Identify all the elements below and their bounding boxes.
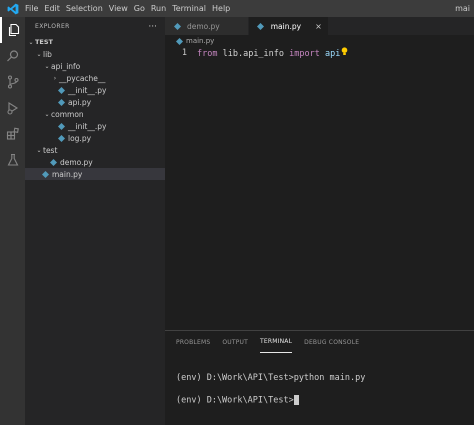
menu-bar: File Edit Selection View Go Run Terminal Help [25, 0, 236, 17]
code-line[interactable]: 1 from lib.api_info import api [165, 47, 474, 59]
python-file-icon [57, 98, 65, 106]
python-file-icon [41, 170, 49, 178]
extensions-icon[interactable] [0, 121, 25, 147]
breadcrumb[interactable]: main.py [165, 35, 474, 47]
terminal-cursor [293, 395, 299, 405]
menu-edit[interactable]: Edit [44, 0, 66, 17]
bottom-panel: PROBLEMS OUTPUT TERMINAL DEBUG CONSOLE (env… [165, 330, 474, 425]
tree-folder-common[interactable]: ⌄ common [25, 108, 165, 120]
tree-file-demo-py[interactable]: demo.py [25, 156, 165, 168]
tree-file-init-py[interactable]: __init__.py [25, 84, 165, 96]
window-title: mai [455, 4, 470, 13]
menu-terminal[interactable]: Terminal [172, 0, 212, 17]
chevron-right-icon: › [53, 74, 57, 82]
chevron-down-icon: ⌄ [44, 110, 50, 118]
chevron-down-icon: ⌄ [36, 50, 42, 58]
tree-folder-test[interactable]: ⌄ TEST [25, 36, 165, 48]
tree-item-label: log.py [68, 133, 92, 143]
explorer-icon[interactable] [0, 17, 25, 43]
tree-item-label: api.py [68, 97, 92, 107]
sidebar-header: EXPLORER ··· [25, 17, 165, 36]
python-file-icon [57, 122, 65, 130]
lightbulb-icon[interactable] [341, 47, 348, 59]
chevron-down-icon: ⌄ [28, 38, 34, 46]
tree-item-label: __init__.py [68, 85, 107, 95]
source-control-icon[interactable] [0, 69, 25, 95]
chevron-down-icon: ⌄ [36, 146, 42, 154]
keyword-import: import [289, 49, 320, 59]
python-file-icon [175, 37, 183, 45]
menu-view[interactable]: View [109, 0, 134, 17]
tree-file-log-py[interactable]: log.py [25, 132, 165, 144]
vscode-logo-icon [0, 0, 25, 17]
terminal-prompt-line[interactable]: (env) D:\Work\API\Test> [176, 395, 299, 406]
tree-folder-pycache[interactable]: › __pycache__ [25, 72, 165, 84]
module-name: lib.api_info [222, 49, 285, 59]
test-flask-icon[interactable] [0, 147, 25, 173]
sidebar-title: EXPLORER [35, 23, 70, 30]
tree-folder-test[interactable]: ⌄ test [25, 144, 165, 156]
tree-item-label: TEST [35, 38, 53, 46]
python-file-icon [173, 22, 181, 30]
close-icon[interactable]: × [315, 22, 322, 31]
file-tree: ⌄ TEST ⌄ lib ⌄ api_info › __pycache__ __init__.p… [25, 36, 165, 180]
tab-label: main.py [270, 21, 302, 31]
panel-tab-problems[interactable]: PROBLEMS [176, 331, 210, 353]
python-file-icon [57, 134, 65, 142]
tree-item-label: common [51, 109, 84, 119]
python-file-icon [57, 86, 65, 94]
tree-folder-lib[interactable]: ⌄ lib [25, 48, 165, 60]
tree-file-main-py[interactable]: main.py [25, 168, 165, 180]
chevron-down-icon: ⌄ [44, 62, 50, 70]
tab-label: demo.py [187, 21, 220, 31]
line-number: 1 [181, 48, 187, 58]
keyword-from: from [197, 49, 218, 59]
terminal-line: (env) D:\Work\API\Test>python main.py [176, 373, 366, 383]
breadcrumb-file[interactable]: main.py [186, 37, 214, 45]
code-text[interactable]: from lib.api_info import api [197, 47, 348, 59]
tree-item-label: demo.py [60, 157, 93, 167]
tree-item-label: __pycache__ [59, 73, 106, 83]
explorer-sidebar: EXPLORER ··· ⌄ TEST ⌄ lib ⌄ api_info › __pycach… [25, 17, 165, 425]
activity-bar [0, 17, 25, 425]
search-icon[interactable] [0, 43, 25, 69]
tab-main-py[interactable]: main.py × [248, 17, 329, 35]
tree-file-api-py[interactable]: api.py [25, 96, 165, 108]
menu-help[interactable]: Help [212, 0, 236, 17]
run-debug-icon[interactable] [0, 95, 25, 121]
panel-tab-terminal[interactable]: TERMINAL [260, 331, 293, 353]
panel-tab-output[interactable]: OUTPUT [222, 331, 248, 353]
menu-run[interactable]: Run [151, 0, 172, 17]
tree-item-label: lib [43, 49, 52, 59]
tree-folder-api-info[interactable]: ⌄ api_info [25, 60, 165, 72]
editor-tabs: demo.py main.py × [165, 17, 474, 35]
tree-file-init-py[interactable]: __init__.py [25, 120, 165, 132]
tree-item-label: api_info [51, 61, 81, 71]
tree-item-label: __init__.py [68, 121, 107, 131]
tree-item-label: test [43, 145, 58, 155]
python-file-icon [257, 22, 265, 30]
menu-go[interactable]: Go [134, 0, 151, 17]
python-file-icon [49, 158, 57, 166]
panel-tabs: PROBLEMS OUTPUT TERMINAL DEBUG CONSOLE [165, 331, 474, 353]
import-name: api [325, 49, 341, 59]
more-actions-icon[interactable]: ··· [148, 22, 157, 31]
tab-demo-py[interactable]: demo.py [165, 17, 249, 35]
terminal-prompt: (env) D:\Work\API\Test> [176, 395, 294, 406]
tree-item-label: main.py [52, 169, 83, 179]
menu-selection[interactable]: Selection [66, 0, 109, 17]
code-editor[interactable]: 1 from lib.api_info import api [165, 47, 474, 330]
title-bar: File Edit Selection View Go Run Terminal Help m… [0, 0, 474, 17]
menu-file[interactable]: File [25, 0, 44, 17]
panel-tab-debug-console[interactable]: DEBUG CONSOLE [304, 331, 359, 353]
